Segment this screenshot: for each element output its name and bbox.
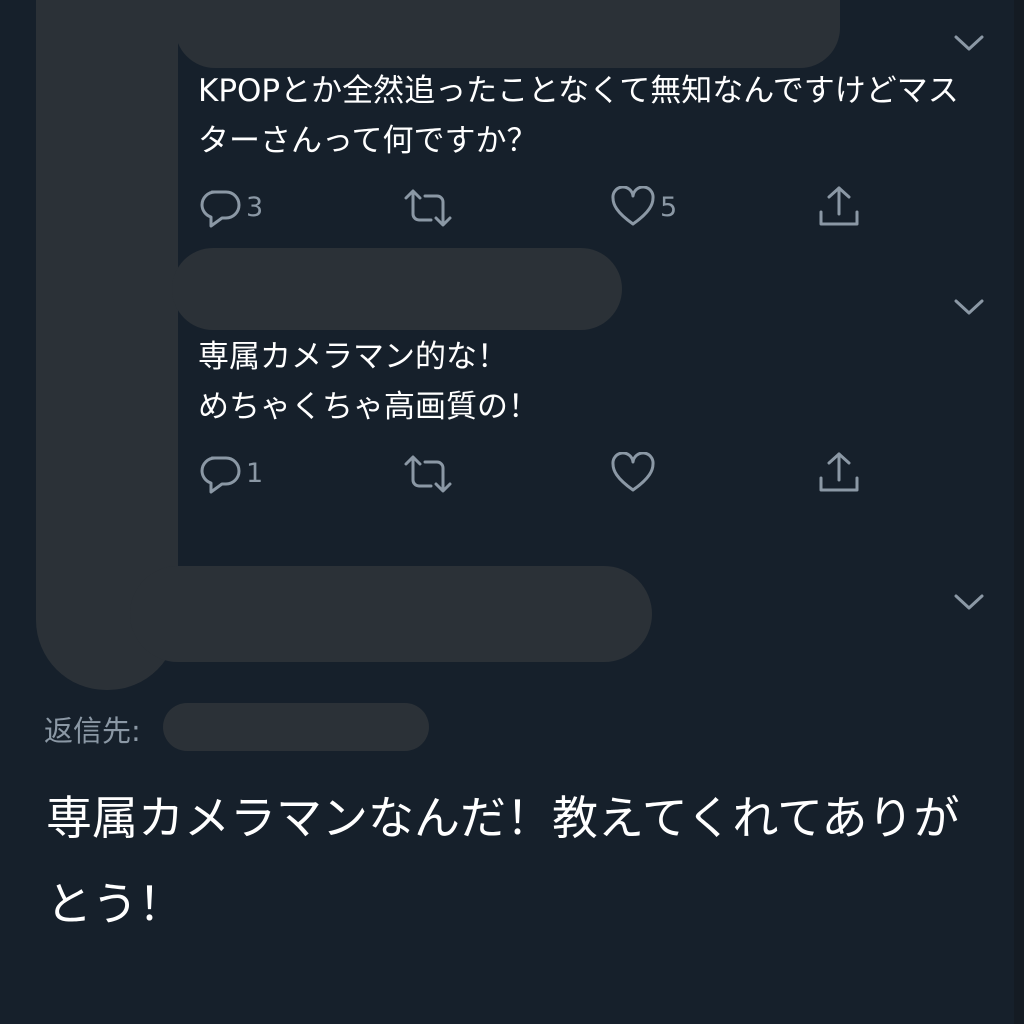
reply-icon — [198, 186, 242, 228]
tweet-more-menu-chevron-down-icon[interactable] — [952, 296, 986, 318]
redacted-username-block — [172, 248, 622, 330]
tweet-text: KPOPとか全然追ったことなくて無知なんですけどマスターさんって何ですか？ — [198, 73, 959, 159]
heart-icon — [610, 186, 656, 228]
reply-count: 1 — [246, 457, 264, 489]
share-button[interactable] — [816, 450, 862, 496]
redacted-username-block — [130, 566, 652, 662]
tweet-more-menu-chevron-down-icon[interactable] — [952, 32, 986, 54]
redacted-reply-to-handle — [163, 703, 429, 751]
retweet-button[interactable] — [402, 454, 454, 494]
reply-to-label: 返信先: — [44, 714, 141, 748]
reply-button[interactable]: 1 — [198, 452, 263, 494]
retweet-button[interactable] — [402, 188, 454, 228]
share-icon — [816, 450, 862, 496]
like-button[interactable]: 5 — [610, 186, 677, 228]
heart-icon — [610, 452, 656, 494]
focused-tweet-text: 専属カメラマンなんだ！教えてくれてありがとう！ — [46, 791, 960, 931]
window-edge — [1014, 0, 1024, 1024]
like-button[interactable] — [610, 452, 660, 494]
tweet-text: 専属カメラマン的な！ めちゃくちゃ高画質の！ — [198, 339, 539, 425]
retweet-icon — [402, 454, 454, 494]
tweet-more-menu-chevron-down-icon[interactable] — [952, 591, 986, 613]
redacted-username-block — [175, 0, 840, 68]
retweet-icon — [402, 188, 454, 228]
share-icon — [816, 184, 862, 230]
reply-count: 3 — [246, 191, 264, 223]
like-count: 5 — [660, 191, 678, 223]
reply-button[interactable]: 3 — [198, 186, 263, 228]
reply-icon — [198, 452, 242, 494]
share-button[interactable] — [816, 184, 862, 230]
